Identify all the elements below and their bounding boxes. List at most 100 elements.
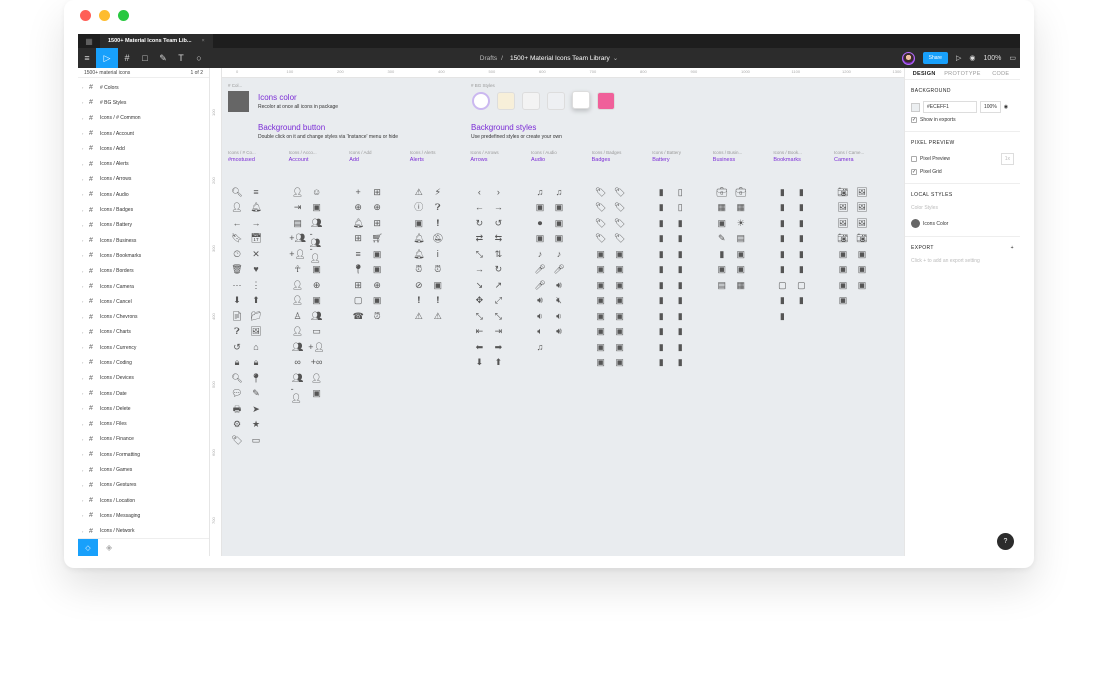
page-selector[interactable]: 1500+ material icons 1 of 2 xyxy=(78,68,209,78)
material-icon[interactable]: ▤ xyxy=(715,278,729,292)
material-icon[interactable]: ≡ xyxy=(249,185,263,199)
material-icon[interactable]: ↻ xyxy=(491,263,505,277)
material-icon[interactable]: ↺ xyxy=(230,340,244,354)
layer-item[interactable]: › # Icons / Location xyxy=(78,493,209,508)
category-name[interactable]: Alerts xyxy=(410,157,470,163)
material-icon[interactable]: ⤡ xyxy=(472,247,486,261)
title-chevron-icon[interactable]: ⌄ xyxy=(613,54,618,62)
material-icon[interactable]: ▣ xyxy=(613,278,627,292)
material-icon[interactable]: ▮ xyxy=(654,216,668,230)
category-name[interactable]: Audio xyxy=(531,157,591,163)
eye-icon[interactable]: ◉ xyxy=(1004,104,1008,110)
material-icon[interactable]: 📁︎ xyxy=(249,309,263,323)
layer-expand-icon[interactable]: › xyxy=(82,360,86,365)
material-icon[interactable]: ⏰︎ xyxy=(431,263,445,277)
material-icon[interactable]: ▣ xyxy=(310,263,324,277)
material-icon[interactable]: ➡ xyxy=(491,340,505,354)
layer-expand-icon[interactable]: › xyxy=(82,513,86,518)
layer-item[interactable]: › # Icons / Formatting xyxy=(78,447,209,462)
material-icon[interactable]: ▮ xyxy=(775,201,789,215)
material-icon[interactable]: ⅰ xyxy=(431,247,445,261)
material-icon[interactable]: ▣ xyxy=(613,340,627,354)
bg-style-swatch[interactable] xyxy=(572,91,590,109)
material-icon[interactable]: 📍︎ xyxy=(249,371,263,385)
material-icon[interactable]: ▣ xyxy=(431,278,445,292)
material-icon[interactable]: 🏷︎ xyxy=(594,232,608,246)
material-icon[interactable]: ✕ xyxy=(249,247,263,261)
material-icon[interactable]: 🖼︎ xyxy=(249,325,263,339)
material-icon[interactable]: ⊞ xyxy=(370,185,384,199)
material-icon[interactable]: ∞ xyxy=(291,356,305,370)
material-icon[interactable]: ▮ xyxy=(673,325,687,339)
material-icon[interactable]: ▮ xyxy=(673,278,687,292)
material-icon[interactable]: 🏷︎ xyxy=(230,433,244,447)
material-icon[interactable]: ⊞ xyxy=(370,216,384,230)
material-icon[interactable]: ♪ xyxy=(552,247,566,261)
material-icon[interactable]: ▮ xyxy=(775,232,789,246)
material-icon[interactable]: ▣ xyxy=(412,216,426,230)
material-icon[interactable]: 🏷︎ xyxy=(613,216,627,230)
material-icon[interactable]: 🏷︎ xyxy=(613,185,627,199)
material-icon[interactable]: ▣ xyxy=(734,263,748,277)
material-icon[interactable]: ⋯ xyxy=(230,278,244,292)
layer-expand-icon[interactable]: › xyxy=(82,177,86,182)
material-icon[interactable]: ▮ xyxy=(715,247,729,261)
breadcrumb-drafts[interactable]: Drafts xyxy=(480,55,497,62)
close-tab-icon[interactable]: × xyxy=(202,38,205,44)
material-icon[interactable]: ⚡︎ xyxy=(431,185,445,199)
material-icon[interactable]: ⤢ xyxy=(491,294,505,308)
layer-item[interactable]: › # Icons / Battery xyxy=(78,218,209,233)
material-icon[interactable]: ▮ xyxy=(775,309,789,323)
material-icon[interactable]: ▮ xyxy=(794,216,808,230)
material-icon[interactable]: ★ xyxy=(249,418,263,432)
material-icon[interactable]: ▯ xyxy=(673,185,687,199)
material-icon[interactable]: ▣ xyxy=(370,263,384,277)
background-hex-input[interactable]: #ECEFF1 xyxy=(923,101,977,113)
material-icon[interactable]: ▣ xyxy=(715,216,729,230)
material-icon[interactable]: ▮ xyxy=(654,294,668,308)
material-icon[interactable]: ▣ xyxy=(594,356,608,370)
layer-item[interactable]: › # Icons / Cancel xyxy=(78,294,209,309)
material-icon[interactable]: ☺ xyxy=(310,185,324,199)
material-icon[interactable]: 💬︎ xyxy=(230,387,244,401)
material-icon[interactable]: ▮ xyxy=(654,247,668,261)
layer-expand-icon[interactable]: › xyxy=(82,299,86,304)
material-icon[interactable]: -👤︎ xyxy=(310,245,324,263)
material-icon[interactable]: 💼︎ xyxy=(734,185,748,199)
material-icon[interactable]: ← xyxy=(230,216,244,230)
material-icon[interactable]: ▣ xyxy=(594,309,608,323)
material-icon[interactable]: 🔉︎ xyxy=(552,309,566,323)
layer-expand-icon[interactable]: › xyxy=(82,238,86,243)
layer-item[interactable]: › # Icons / Bookmarks xyxy=(78,248,209,263)
material-icon[interactable]: 👤︎ xyxy=(291,294,305,308)
material-icon[interactable]: ▣ xyxy=(310,294,324,308)
layer-expand-icon[interactable]: › xyxy=(82,100,86,105)
material-icon[interactable]: ▣ xyxy=(594,247,608,261)
layer-expand-icon[interactable]: › xyxy=(82,391,86,396)
material-icon[interactable]: 👥︎ xyxy=(310,216,324,230)
material-icon[interactable]: ▣ xyxy=(594,340,608,354)
material-icon[interactable]: ✎ xyxy=(715,232,729,246)
background-swatch[interactable] xyxy=(911,102,920,112)
canvas-area[interactable]: 0 100 200 300 400 500 600 700 800 900 1000 1100 1200… xyxy=(210,68,904,556)
category-name[interactable]: Add xyxy=(349,157,409,163)
material-icon[interactable]: 👤︎ xyxy=(291,325,305,339)
material-icon[interactable]: 🔊︎ xyxy=(533,294,547,308)
material-icon[interactable]: 👤︎ xyxy=(310,371,324,385)
icons-color-style[interactable]: Icons Color xyxy=(911,219,1014,228)
layer-expand-icon[interactable]: › xyxy=(82,253,86,258)
category-name[interactable]: #mostused xyxy=(228,157,288,163)
material-icon[interactable]: 📍︎ xyxy=(351,263,365,277)
layer-expand-icon[interactable]: › xyxy=(82,223,86,228)
material-icon[interactable]: ✥ xyxy=(472,294,486,308)
material-icon[interactable]: ♙ xyxy=(291,309,305,323)
layer-item[interactable]: › # Icons / Badges xyxy=(78,202,209,217)
material-icon[interactable]: 🔇︎ xyxy=(552,294,566,308)
material-icon[interactable]: 👥︎ xyxy=(291,340,305,354)
material-icon[interactable]: ▣ xyxy=(613,247,627,261)
material-icon[interactable]: ≡ xyxy=(351,247,365,261)
material-icon[interactable]: ▣ xyxy=(370,294,384,308)
layer-expand-icon[interactable]: › xyxy=(82,483,86,488)
material-icon[interactable]: ❓︎ xyxy=(431,201,445,215)
material-icon[interactable]: ▣ xyxy=(613,294,627,308)
